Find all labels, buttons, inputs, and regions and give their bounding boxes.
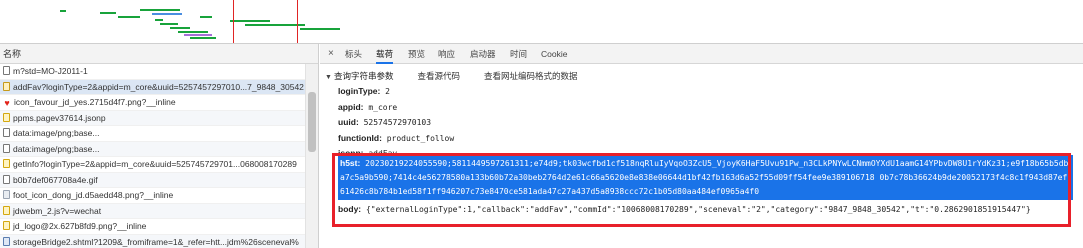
tab-headers[interactable]: 标头 bbox=[345, 44, 362, 64]
timeline-bar bbox=[245, 24, 305, 26]
request-row[interactable]: b0b7def067708a4e.gif bbox=[0, 172, 318, 188]
request-list-pane: 名称 m?std=MO-J2011-1 addFav?loginType=2&a… bbox=[0, 44, 319, 248]
request-row[interactable]: ppms.pagev37614.jsonp bbox=[0, 110, 318, 126]
timeline-bar bbox=[178, 31, 208, 33]
timeline-load-marker bbox=[233, 0, 234, 43]
tab-response[interactable]: 响应 bbox=[438, 44, 455, 64]
param-row[interactable]: jsonp: addFav bbox=[338, 146, 1078, 155]
details-tab-bar: × 标头 载荷 预览 响应 启动器 时间 Cookie bbox=[320, 44, 1083, 64]
param-row-h5st-selected[interactable]: h5st: 20230219224055590;5811449597261311… bbox=[338, 155, 1073, 200]
request-row[interactable]: data:image/png;base... bbox=[0, 141, 318, 157]
timeline-bar bbox=[190, 37, 216, 39]
timeline-bar bbox=[200, 16, 212, 18]
document-icon bbox=[3, 128, 10, 137]
tab-cookie[interactable]: Cookie bbox=[541, 44, 567, 64]
request-row[interactable]: m?std=MO-J2011-1 bbox=[0, 64, 318, 80]
script-icon bbox=[3, 221, 10, 230]
request-row-selected[interactable]: addFav?loginType=2&appid=m_core&uuid=525… bbox=[0, 79, 318, 95]
expand-triangle-icon[interactable]: ▼ bbox=[325, 74, 332, 81]
param-row[interactable]: functionId: product_follow bbox=[338, 131, 1078, 147]
request-row[interactable]: getInfo?loginType=2&appid=m_core&uuid=52… bbox=[0, 157, 318, 173]
xhr-icon bbox=[3, 81, 10, 91]
script-icon bbox=[3, 112, 10, 122]
timeline-bar bbox=[300, 28, 340, 30]
request-details-pane: × 标头 载荷 预览 响应 启动器 时间 Cookie ▼ 查询字符串参数 查看源代… bbox=[320, 44, 1083, 248]
param-row[interactable]: appid: m_core bbox=[338, 100, 1078, 116]
document-icon bbox=[3, 66, 10, 75]
xhr-icon bbox=[3, 236, 10, 246]
request-row[interactable]: jdwebm_2.js?v=wechat bbox=[0, 203, 318, 219]
close-icon[interactable]: × bbox=[328, 44, 334, 64]
timeline-bar bbox=[152, 13, 182, 15]
request-row[interactable]: foot_icon_dong_jd.d5aedd48.png?__inline bbox=[0, 188, 318, 204]
timeline-bar bbox=[160, 23, 178, 25]
request-list-scrollbar[interactable] bbox=[305, 64, 318, 248]
query-params-section-header[interactable]: ▼ 查询字符串参数 查看源代码 查看网址编码格式的数据 bbox=[325, 70, 577, 82]
name-column-header[interactable]: 名称 bbox=[0, 44, 318, 64]
heart-icon: ♥ bbox=[4, 98, 10, 108]
view-source-link[interactable]: 查看源代码 bbox=[417, 71, 460, 81]
network-timeline-overview[interactable] bbox=[0, 0, 1083, 44]
timeline-bar bbox=[60, 10, 66, 12]
image-icon bbox=[3, 190, 10, 199]
timeline-dom-marker bbox=[297, 0, 298, 43]
scrollbar-thumb[interactable] bbox=[308, 92, 316, 152]
timeline-bar bbox=[184, 34, 212, 36]
document-icon bbox=[3, 143, 10, 153]
tab-preview[interactable]: 预览 bbox=[408, 44, 425, 64]
param-row-body[interactable]: body: {"externalLoginType":1,"callback":… bbox=[338, 202, 1078, 218]
view-url-encoded-link[interactable]: 查看网址编码格式的数据 bbox=[484, 71, 578, 81]
timeline-bar bbox=[155, 19, 163, 21]
request-list: m?std=MO-J2011-1 addFav?loginType=2&appi… bbox=[0, 64, 318, 248]
query-params-list: loginType: 2 appid: m_core uuid: 5257457… bbox=[338, 84, 1078, 218]
request-row[interactable]: ♥ icon_favour_jd_yes.2715d4f7.png?__inlin… bbox=[0, 95, 318, 111]
request-row[interactable]: data:image/png;base... bbox=[0, 126, 318, 142]
timeline-bar bbox=[230, 20, 270, 22]
tab-payload[interactable]: 载荷 bbox=[376, 44, 394, 64]
section-title: 查询字符串参数 bbox=[333, 71, 394, 81]
timeline-bar bbox=[170, 27, 190, 29]
param-row[interactable]: loginType: 2 bbox=[338, 84, 1078, 100]
request-row[interactable]: storageBridge2.shtml?1209&_fromiframe=1&… bbox=[0, 234, 318, 248]
script-icon bbox=[3, 159, 10, 168]
script-icon bbox=[3, 205, 10, 215]
timeline-bar bbox=[100, 12, 116, 14]
tab-initiator[interactable]: 启动器 bbox=[470, 44, 496, 64]
tab-timing[interactable]: 时间 bbox=[510, 44, 527, 64]
document-icon bbox=[3, 174, 10, 184]
request-row[interactable]: jd_logo@2x.627b8fd9.png?__inline bbox=[0, 219, 318, 235]
param-row[interactable]: uuid: 52574572970103 bbox=[338, 115, 1078, 131]
timeline-bar bbox=[118, 16, 140, 18]
timeline-bar bbox=[140, 9, 180, 11]
